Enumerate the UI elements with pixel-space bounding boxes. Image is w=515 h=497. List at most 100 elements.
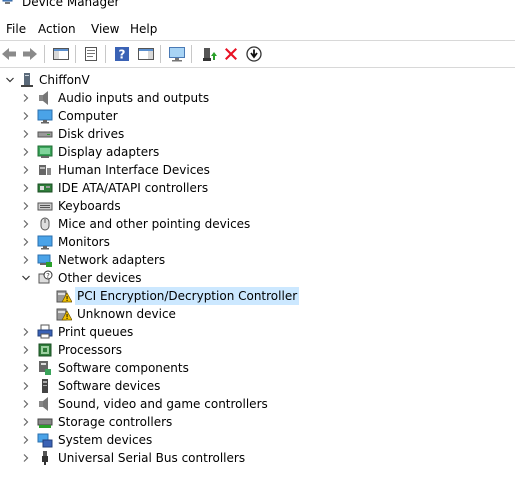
back-arrow-icon[interactable] [0, 45, 18, 63]
expand-chevron-icon[interactable] [20, 341, 32, 359]
expand-chevron-icon[interactable] [20, 251, 32, 269]
tree-item-print-queues[interactable]: Print queues [0, 323, 515, 341]
tree-item-label: Mice and other pointing devices [58, 217, 251, 231]
update-driver-icon[interactable] [200, 45, 218, 63]
tree-item-label: Display adapters [58, 145, 160, 159]
tree-item-label: Keyboards [58, 199, 121, 213]
tree-item-audio-inputs-and-outputs[interactable]: Audio inputs and outputs [0, 89, 515, 107]
menu-view[interactable]: View [87, 18, 123, 40]
tree-child-unknown-device[interactable]: Unknown device [0, 305, 515, 323]
expand-chevron-icon[interactable] [20, 161, 32, 179]
tree-item-processors[interactable]: Processors [0, 341, 515, 359]
speaker-icon [37, 90, 53, 106]
expand-chevron-icon[interactable] [20, 143, 32, 161]
expand-chevron-icon[interactable] [20, 215, 32, 233]
monitor-icon [37, 108, 53, 124]
tree-item-label: Processors [58, 343, 123, 357]
warning-device-icon [56, 288, 72, 304]
tree-item-label: Print queues [58, 325, 134, 339]
expand-chevron-icon[interactable] [20, 449, 32, 467]
tree-item-storage-controllers[interactable]: Storage controllers [0, 413, 515, 431]
tree-item-sound-video-and-game-controllers[interactable]: Sound, video and game controllers [0, 395, 515, 413]
expand-chevron-icon[interactable] [20, 431, 32, 449]
help-icon[interactable]: ? [113, 45, 131, 63]
tree-item-software-devices[interactable]: Software devices [0, 377, 515, 395]
window-title: Device Manager [22, 0, 120, 9]
device-manager-app-icon [2, 0, 14, 8]
expand-chevron-icon[interactable] [20, 377, 32, 395]
tree-item-label: Network adapters [58, 253, 166, 267]
tree-item-mice-and-other-pointing-devices[interactable]: Mice and other pointing devices [0, 215, 515, 233]
computer-root-icon [19, 72, 35, 88]
toolbar-separator [105, 45, 106, 63]
tree-item-other-devices[interactable]: ? Other devices [0, 269, 515, 287]
tree-item-label: Audio inputs and outputs [58, 91, 210, 105]
menu-bar: File Action View Help [0, 18, 515, 40]
tree-item-label: System devices [58, 433, 153, 447]
tree-child-pci-encryption-decryption-controller[interactable]: PCI Encryption/Decryption Controller [0, 287, 515, 305]
action-pane-icon[interactable] [137, 45, 155, 63]
keyboard-icon [37, 198, 53, 214]
svg-text:?: ? [46, 272, 50, 280]
tree-child-label: PCI Encryption/Decryption Controller [75, 287, 300, 305]
expand-chevron-icon[interactable] [20, 107, 32, 125]
tree-item-software-components[interactable]: Software components [0, 359, 515, 377]
tree-item-keyboards[interactable]: Keyboards [0, 197, 515, 215]
properties-icon[interactable] [82, 45, 100, 63]
display-adapter-icon [37, 144, 53, 160]
toolbar-separator [160, 45, 161, 63]
tree-item-label: Software components [58, 361, 189, 375]
tree-item-label: Human Interface Devices [58, 163, 210, 177]
menu-action[interactable]: Action [34, 18, 80, 40]
disable-device-icon[interactable] [245, 45, 263, 63]
ide-controller-icon [37, 180, 53, 196]
show-hide-console-tree-icon[interactable] [52, 45, 70, 63]
tree-item-disk-drives[interactable]: Disk drives [0, 125, 515, 143]
tree-item-label: Sound, video and game controllers [58, 397, 268, 411]
tree-item-label: Disk drives [58, 127, 125, 141]
menu-help[interactable]: Help [126, 18, 161, 40]
scan-hardware-icon[interactable] [168, 45, 186, 63]
expand-chevron-icon[interactable] [20, 413, 32, 431]
toolbar-separator [44, 45, 45, 63]
expand-chevron-icon[interactable] [20, 323, 32, 341]
expand-chevron-icon[interactable] [20, 89, 32, 107]
expand-chevron-icon[interactable] [20, 197, 32, 215]
forward-arrow-icon[interactable] [21, 45, 39, 63]
tree-item-universal-serial-bus-controllers[interactable]: Universal Serial Bus controllers [0, 449, 515, 467]
expand-chevron-icon[interactable] [20, 359, 32, 377]
collapse-chevron-icon[interactable] [4, 71, 16, 89]
expand-chevron-icon[interactable] [20, 179, 32, 197]
title-bar: Device Manager [0, 0, 515, 12]
software-device-icon [37, 378, 53, 394]
uninstall-device-icon[interactable] [222, 45, 240, 63]
software-component-icon [37, 360, 53, 376]
menu-file[interactable]: File [2, 18, 30, 40]
speaker-icon [37, 396, 53, 412]
toolbar-separator [75, 45, 76, 63]
expand-chevron-icon[interactable] [20, 233, 32, 251]
storage-controller-icon [37, 414, 53, 430]
device-tree: ChiffonV Audio inputs and outputs Compute… [0, 71, 515, 467]
system-devices-icon [37, 432, 53, 448]
warning-device-icon [56, 306, 72, 322]
tree-item-system-devices[interactable]: System devices [0, 431, 515, 449]
tree-item-display-adapters[interactable]: Display adapters [0, 143, 515, 161]
printer-icon [37, 324, 53, 340]
tree-item-monitors[interactable]: Monitors [0, 233, 515, 251]
tree-root[interactable]: ChiffonV [0, 71, 515, 89]
usb-icon [37, 450, 53, 466]
tree-item-human-interface-devices[interactable]: Human Interface Devices [0, 161, 515, 179]
network-adapter-icon [37, 252, 53, 268]
tree-item-network-adapters[interactable]: Network adapters [0, 251, 515, 269]
toolbar-separator [191, 45, 192, 63]
hid-icon [37, 162, 53, 178]
tree-item-label: Computer [58, 109, 118, 123]
tree-item-label: Universal Serial Bus controllers [58, 451, 246, 465]
collapse-chevron-icon[interactable] [20, 269, 32, 287]
tree-item-computer[interactable]: Computer [0, 107, 515, 125]
tree-item-label: Monitors [58, 235, 110, 249]
expand-chevron-icon[interactable] [20, 395, 32, 413]
tree-item-ide-ata-atapi-controllers[interactable]: IDE ATA/ATAPI controllers [0, 179, 515, 197]
expand-chevron-icon[interactable] [20, 125, 32, 143]
